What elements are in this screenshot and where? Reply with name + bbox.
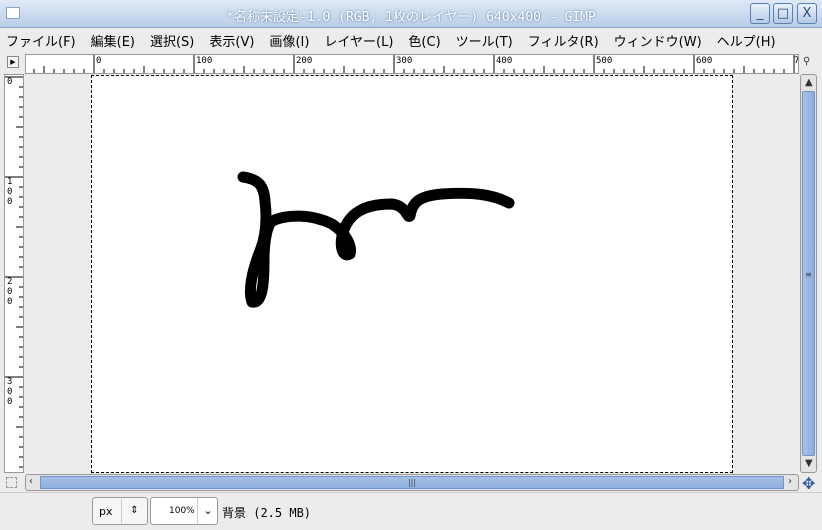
window-title: *名称未設定-1.0 (RGB, 1枚のレイヤー) 640x400 - GIMP [226, 10, 596, 25]
menu-bar: ファイル(F) 編集(E) 選択(S) 表示(V) 画像(I) レイヤー(L) … [0, 28, 822, 52]
menu-select[interactable]: 選択(S) [150, 31, 194, 50]
image-canvas[interactable] [91, 75, 733, 473]
scroll-right-icon[interactable]: › [788, 476, 792, 487]
ruler-label: 100 [7, 177, 13, 207]
navigate-icon[interactable]: ✥ [802, 474, 815, 493]
layer-info: 背景 (2.5 MB) [222, 506, 312, 520]
ruler-label: 0 [96, 56, 102, 66]
ruler-label: 0 [7, 77, 13, 87]
vertical-scroll-thumb[interactable]: ≡ [802, 91, 815, 456]
close-button[interactable]: X [797, 3, 817, 24]
ruler-label: 500 [596, 56, 613, 66]
ruler-label: 100 [196, 56, 213, 66]
status-bar: px ⇕ 100% ⌄ 背景 (2.5 MB) [0, 492, 822, 530]
quick-mask-menu-button[interactable]: ▶ [7, 56, 19, 68]
zoom-value: 100% [169, 506, 195, 516]
ruler-label: 300 [396, 56, 413, 66]
title-bar: *名称未設定-1.0 (RGB, 1枚のレイヤー) 640x400 - GIMP… [0, 0, 822, 28]
ruler-label: 300 [7, 377, 13, 407]
zoom-navigate-icon[interactable]: ⚲ [803, 56, 810, 67]
maximize-button[interactable]: □ [773, 3, 793, 24]
menu-view[interactable]: 表示(V) [209, 31, 254, 50]
ruler-ticks [5, 76, 23, 468]
minimize-button[interactable]: _ [750, 3, 770, 24]
ruler-label: 400 [496, 56, 513, 66]
scroll-down-icon[interactable]: ▼ [805, 458, 813, 469]
menu-colors[interactable]: 色(C) [408, 31, 440, 50]
menu-edit[interactable]: 編集(E) [91, 31, 135, 50]
menu-windows[interactable]: ウィンドウ(W) [614, 31, 702, 50]
selection-toggle-icon[interactable] [6, 477, 17, 488]
unit-value: px [99, 505, 113, 518]
menu-layer[interactable]: レイヤー(L) [324, 31, 393, 50]
menu-help[interactable]: ヘルプ(H) [717, 31, 776, 50]
horizontal-scroll-thumb[interactable]: ||| [40, 476, 784, 489]
canvas-area[interactable] [25, 74, 799, 473]
unit-selector[interactable]: px ⇕ [92, 497, 148, 525]
ruler-label: 200 [296, 56, 313, 66]
menu-filters[interactable]: フィルタ(R) [528, 31, 599, 50]
brush-stroke [237, 171, 515, 308]
vertical-ruler[interactable]: 0 100 200 300 [4, 74, 24, 473]
ruler-label: 7 [794, 56, 799, 66]
chevron-down-icon[interactable]: ⌄ [197, 498, 218, 524]
scroll-up-icon[interactable]: ▲ [805, 77, 813, 88]
menu-image[interactable]: 画像(I) [269, 31, 309, 50]
menu-file[interactable]: ファイル(F) [6, 31, 76, 50]
horizontal-ruler[interactable]: 0 100 200 300 400 500 600 7 [25, 54, 799, 74]
vertical-scrollbar[interactable]: ▲ ≡ ▼ [800, 74, 817, 473]
ruler-label: 200 [7, 277, 13, 307]
ruler-ticks [33, 55, 795, 73]
scroll-left-icon[interactable]: ‹ [29, 476, 33, 487]
unit-spin-icon[interactable]: ⇕ [121, 499, 147, 523]
menu-tools[interactable]: ツール(T) [456, 31, 513, 50]
ruler-label: 600 [696, 56, 713, 66]
zoom-selector[interactable]: 100% ⌄ [150, 497, 218, 525]
horizontal-scrollbar[interactable]: ‹ ||| › [25, 474, 799, 491]
